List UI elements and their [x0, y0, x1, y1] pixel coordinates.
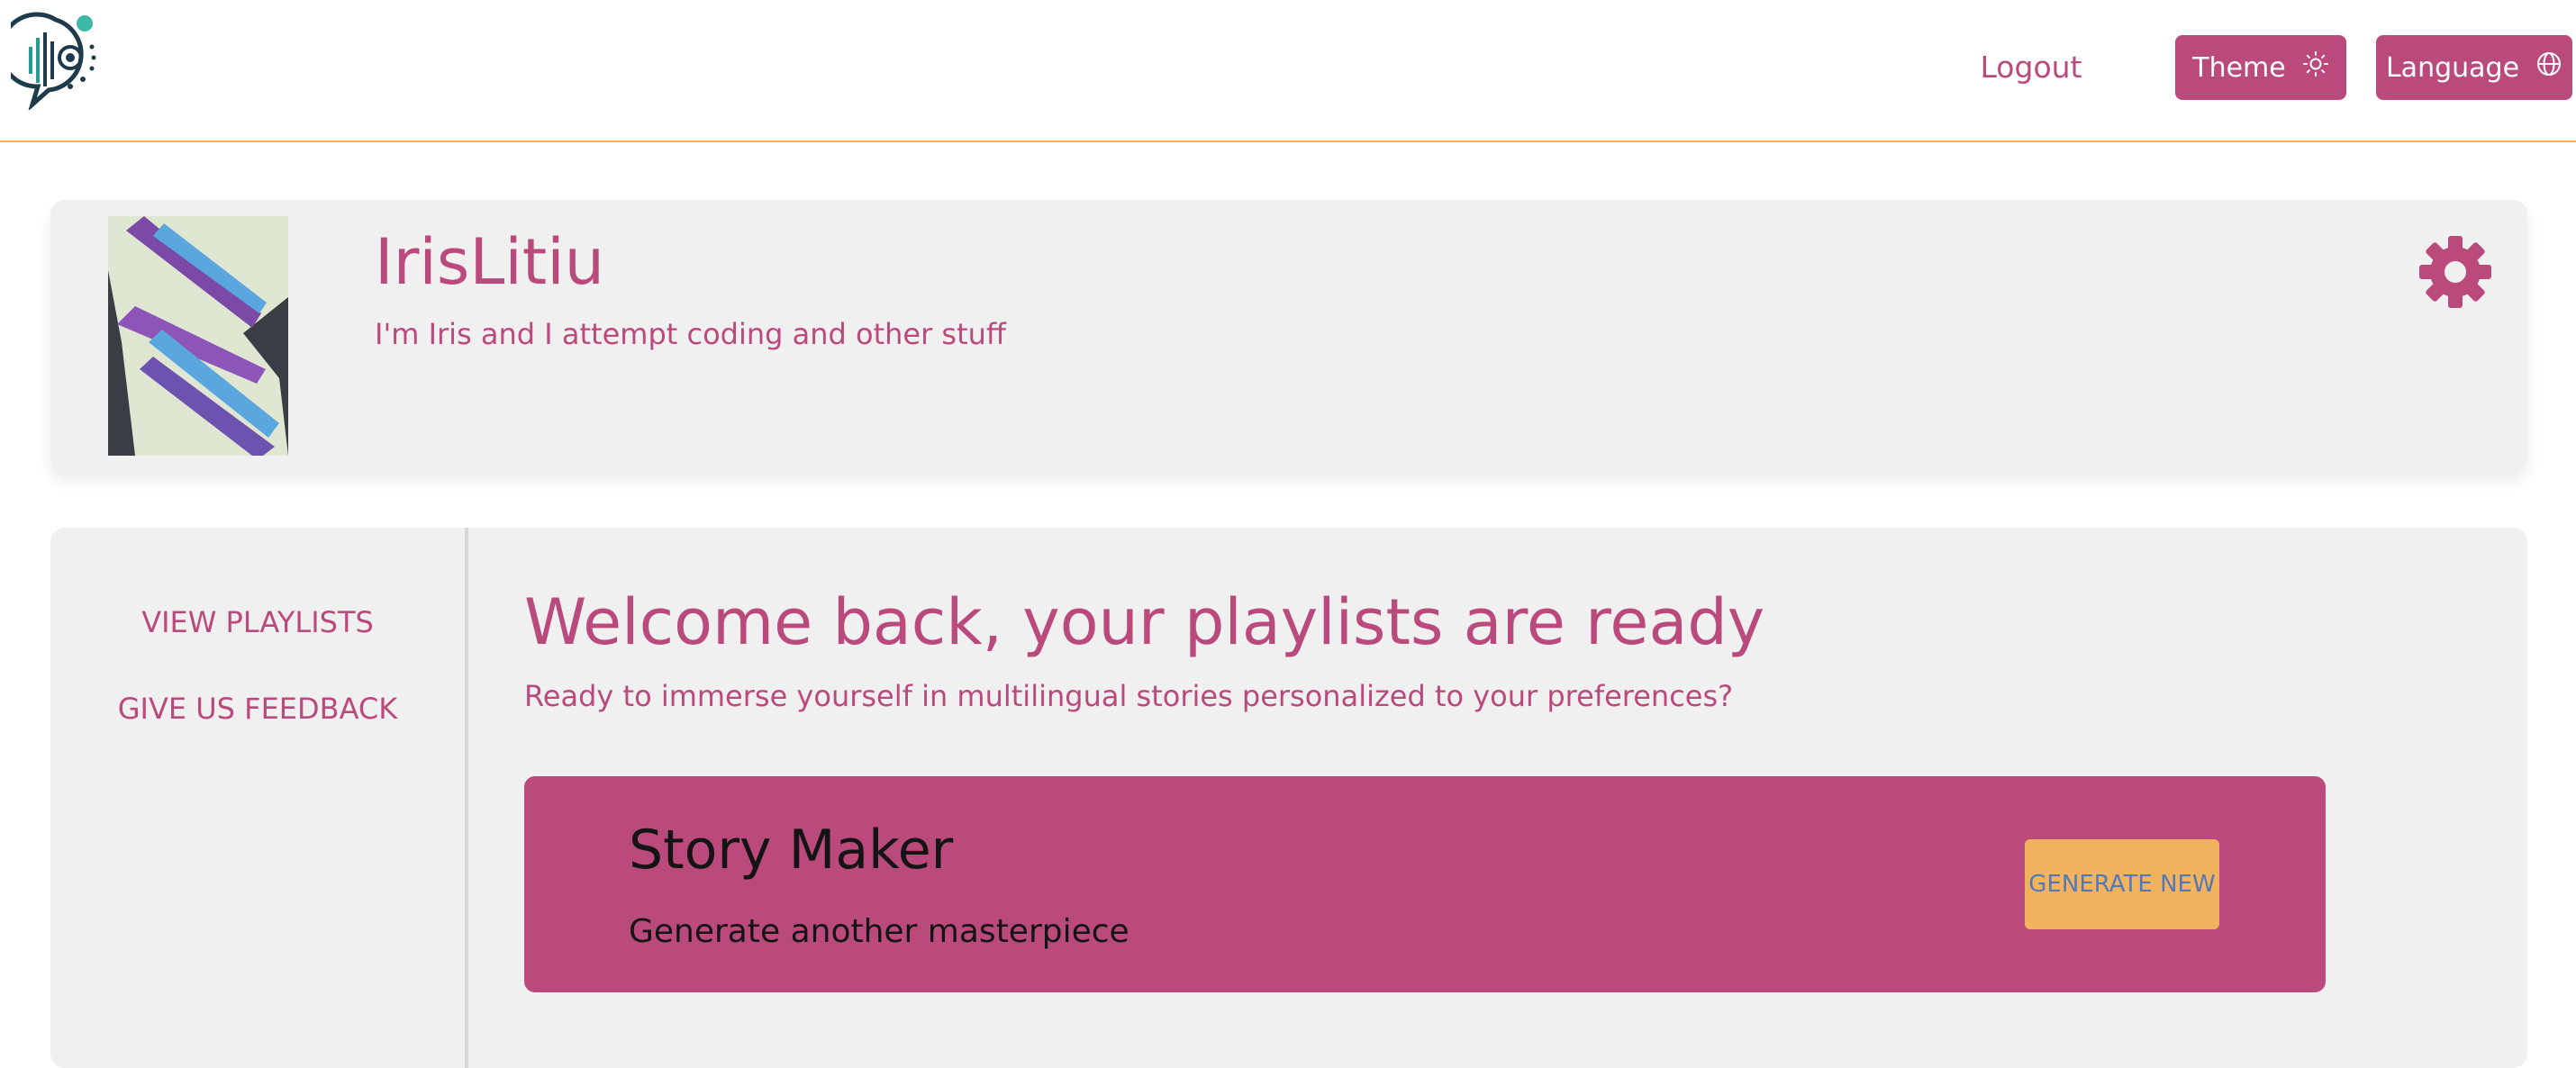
- generate-new-button[interactable]: GENERATE NEW: [2025, 839, 2219, 929]
- profile-card: IrisLitiu I'm Iris and I attempt coding …: [50, 200, 2527, 472]
- avatar[interactable]: [108, 216, 288, 456]
- sidebar-item-give-feedback[interactable]: GIVE US FEEDBACK: [50, 692, 465, 726]
- main-panel: VIEW PLAYLISTS GIVE US FEEDBACK Welcome …: [50, 528, 2527, 1068]
- logout-link[interactable]: Logout: [1937, 43, 2126, 92]
- story-maker-description: Generate another masterpiece: [629, 913, 1129, 950]
- language-button-label: Language: [2385, 51, 2520, 84]
- page-subtitle: Ready to immerse yourself in multilingua…: [524, 679, 1734, 713]
- globe-icon: [2535, 50, 2562, 85]
- sidebar-item-view-playlists[interactable]: VIEW PLAYLISTS: [50, 605, 465, 639]
- sun-icon: [2302, 50, 2329, 85]
- app-logo-icon[interactable]: [0, 11, 101, 112]
- story-maker-card: Story Maker Generate another masterpiece…: [524, 776, 2326, 992]
- profile-username: IrisLitiu: [375, 225, 605, 299]
- theme-button-label: Theme: [2192, 51, 2286, 84]
- page-title: Welcome back, your playlists are ready: [524, 585, 1765, 659]
- sidebar: VIEW PLAYLISTS GIVE US FEEDBACK: [50, 528, 468, 1068]
- profile-bio: I'm Iris and I attempt coding and other …: [375, 317, 1006, 351]
- gear-icon[interactable]: [2416, 232, 2495, 312]
- story-maker-title: Story Maker: [629, 819, 954, 882]
- top-header: Logout Theme Language: [0, 0, 2576, 142]
- language-button[interactable]: Language: [2376, 35, 2572, 100]
- theme-button[interactable]: Theme: [2175, 35, 2346, 100]
